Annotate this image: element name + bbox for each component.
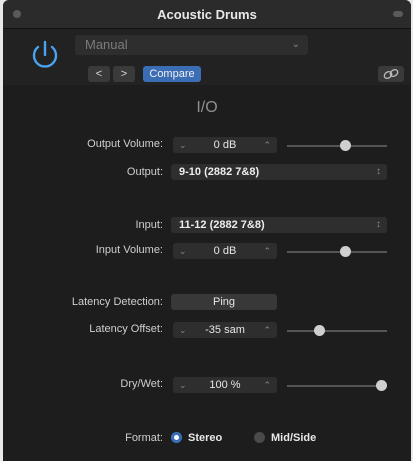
chevron-down-icon: ⌄: [291, 39, 300, 50]
up-down-icon: ↕: [376, 219, 381, 230]
output-label: Output:: [126, 166, 163, 178]
latency-offset-slider[interactable]: [287, 325, 387, 336]
format-label: Format:: [125, 432, 163, 444]
stereo-radio[interactable]: [171, 432, 182, 443]
link-button[interactable]: [378, 66, 404, 82]
dry-wet-knob[interactable]: [376, 380, 387, 391]
increment-icon[interactable]: ⌃: [263, 137, 271, 153]
mid-side-option-label: Mid/Side: [271, 432, 317, 444]
input-value: 11-12 (2882 7&8): [179, 219, 265, 231]
input-volume-label: Input Volume:: [95, 244, 163, 256]
input-volume-value: 0 dB: [213, 245, 237, 257]
latency-detection-label: Latency Detection:: [71, 296, 163, 308]
output-value: 9-10 (2882 7&8): [179, 166, 260, 178]
input-volume-slider[interactable]: [287, 246, 387, 257]
plugin-window: Acoustic Drums Manual ⌄ < > Compare I/O …: [3, 0, 411, 461]
input-volume-field[interactable]: ⌄ 0 dB ⌃: [173, 243, 277, 259]
output-volume-value: 0 dB: [213, 139, 237, 151]
prev-preset-button[interactable]: <: [88, 66, 110, 82]
plugin-header: Manual ⌄ < > Compare: [3, 29, 411, 85]
input-select[interactable]: 11-12 (2882 7&8) ↕: [171, 217, 387, 233]
latency-offset-label: Latency Offset:: [89, 323, 163, 335]
power-icon[interactable]: [27, 37, 63, 73]
window-title: Acoustic Drums: [157, 7, 257, 22]
dry-wet-label: Dry/Wet:: [120, 378, 163, 390]
title-bar: Acoustic Drums: [3, 0, 411, 29]
mid-side-radio[interactable]: [254, 432, 265, 443]
input-volume-knob[interactable]: [340, 246, 352, 257]
link-icon: [383, 68, 399, 80]
dry-wet-value: 100 %: [209, 379, 241, 391]
output-volume-field[interactable]: ⌄ 0 dB ⌃: [173, 137, 277, 153]
stereo-option-label: Stereo: [188, 432, 223, 444]
input-label: Input:: [135, 219, 163, 231]
latency-offset-knob[interactable]: [313, 325, 325, 336]
output-select[interactable]: 9-10 (2882 7&8) ↕: [171, 164, 387, 180]
preset-name: Manual: [85, 37, 128, 52]
increment-icon[interactable]: ⌃: [263, 243, 271, 259]
next-preset-button[interactable]: >: [113, 66, 135, 82]
section-title: I/O: [196, 99, 218, 116]
up-down-icon: ↕: [376, 166, 381, 177]
minimize-icon[interactable]: [393, 11, 403, 17]
compare-button[interactable]: Compare: [143, 66, 201, 82]
dry-wet-field[interactable]: ⌄ 100 % ⌃: [173, 377, 277, 393]
preset-menu[interactable]: Manual ⌄: [75, 35, 308, 55]
dry-wet-slider[interactable]: [287, 380, 387, 391]
output-volume-label: Output Volume:: [87, 138, 163, 150]
latency-offset-value: -35 sam: [205, 324, 245, 336]
latency-offset-field[interactable]: ⌄ -35 sam ⌃: [173, 322, 277, 338]
ping-button[interactable]: Ping: [171, 294, 277, 310]
increment-icon[interactable]: ⌃: [263, 322, 271, 338]
output-volume-slider[interactable]: [287, 140, 387, 151]
output-volume-knob[interactable]: [340, 140, 352, 151]
increment-icon[interactable]: ⌃: [263, 377, 271, 393]
